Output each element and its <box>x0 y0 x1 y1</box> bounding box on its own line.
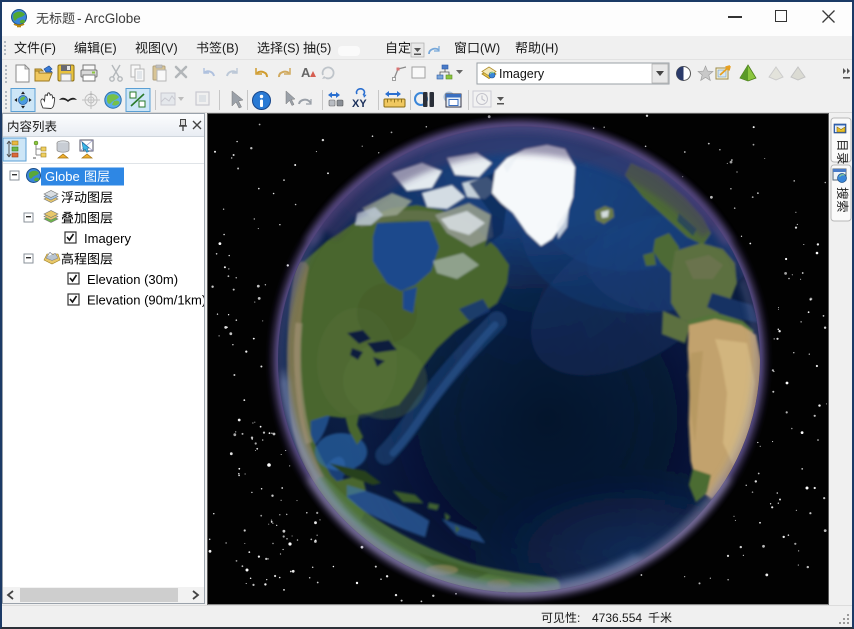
svg-text:(5): (5) <box>316 42 331 56</box>
svg-text:(F): (F) <box>40 42 56 56</box>
svg-text:4736.554: 4736.554 <box>592 611 642 625</box>
svg-text:(H): (H) <box>541 42 558 56</box>
svg-text:(B): (B) <box>222 42 239 56</box>
svg-text:(V): (V) <box>161 42 178 56</box>
svg-text:(E): (E) <box>100 42 117 56</box>
svg-text:(S): (S) <box>283 42 300 56</box>
svg-text:Imagery: Imagery <box>84 231 131 246</box>
svg-text:Imagery: Imagery <box>499 67 545 81</box>
svg-text:Elevation (30m): Elevation (30m) <box>87 272 178 287</box>
svg-text:Globe: Globe <box>45 169 80 184</box>
svg-text:Elevation (90m/1km): Elevation (90m/1km) <box>87 293 206 308</box>
svg-text:(W): (W) <box>480 42 500 56</box>
svg-text:- ArcGlobe: - ArcGlobe <box>77 11 141 26</box>
svg-text::: : <box>577 611 580 625</box>
